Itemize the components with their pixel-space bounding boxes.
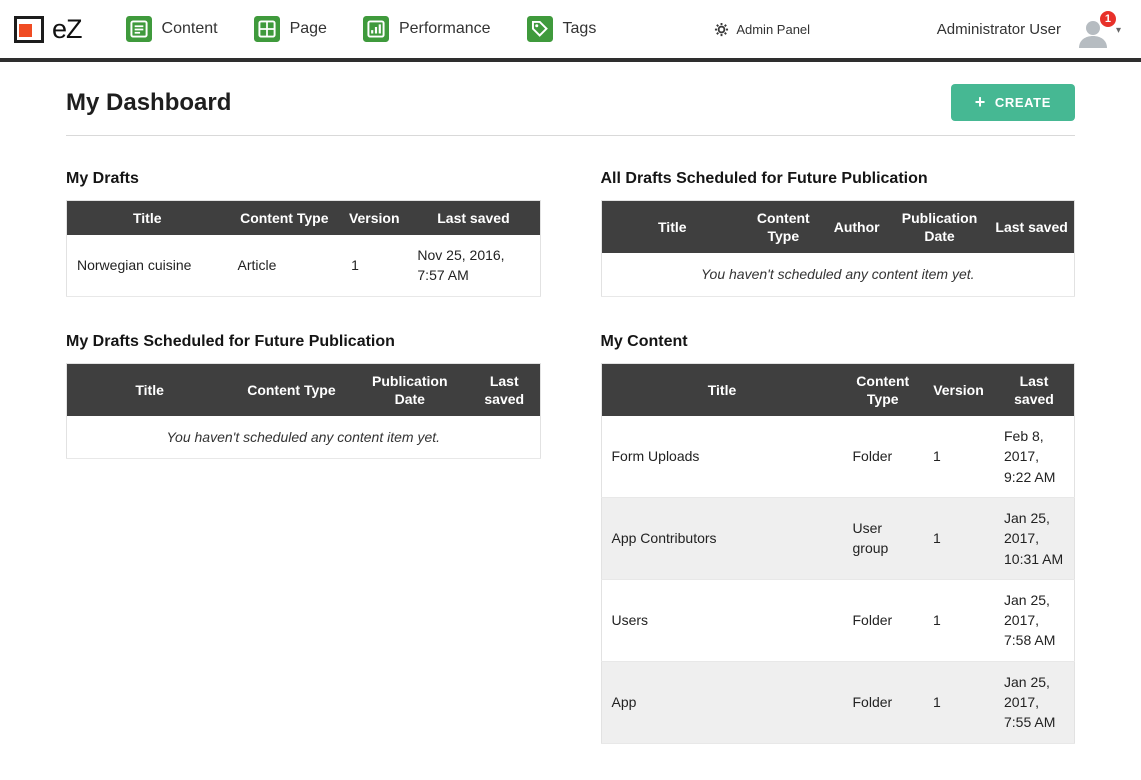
all-drafts-scheduled-section: All Drafts Scheduled for Future Publicat… (601, 170, 1076, 297)
column-header: Last saved (469, 363, 540, 416)
cell-last-saved: Nov 25, 2016, 7:57 AM (407, 235, 540, 296)
cell-title: Form Uploads (601, 416, 843, 497)
create-button[interactable]: + CREATE (951, 84, 1075, 121)
empty-row: You haven't scheduled any content item y… (67, 416, 541, 459)
cell-last-saved: Feb 8, 2017, 9:22 AM (994, 416, 1075, 497)
content-icon (126, 16, 152, 42)
my-drafts-table: Title Content Type Version Last saved No… (66, 200, 541, 297)
column-header: Publication Date (351, 363, 469, 416)
my-content-table: Title Content Type Version Last saved Fo… (601, 363, 1076, 744)
chevron-down-icon: ▾ (1116, 25, 1121, 36)
nav-item-content[interactable]: Content (126, 16, 218, 42)
column-header: Last saved (994, 363, 1075, 416)
cell-title: Users (601, 579, 843, 661)
column-header: Content Type (743, 201, 823, 254)
table-row[interactable]: App Folder 1 Jan 25, 2017, 7:55 AM (601, 661, 1075, 743)
tags-icon (527, 16, 553, 42)
right-column: All Drafts Scheduled for Future Publicat… (601, 170, 1076, 780)
column-header: Content Type (843, 363, 923, 416)
column-header: Title (601, 201, 743, 254)
cell-version: 1 (923, 661, 994, 743)
table-row[interactable]: App Contributors User group 1 Jan 25, 20… (601, 497, 1075, 579)
all-drafts-scheduled-table: Title Content Type Author Publication Da… (601, 200, 1076, 297)
my-drafts-title: My Drafts (66, 170, 541, 188)
admin-panel-label: Admin Panel (736, 22, 810, 37)
column-header: Publication Date (890, 201, 989, 254)
column-header: Title (67, 201, 228, 236)
empty-message: You haven't scheduled any content item y… (67, 416, 541, 459)
column-header: Version (341, 201, 407, 236)
avatar: 1 (1075, 18, 1111, 48)
page-header: My Dashboard + CREATE (66, 62, 1075, 136)
nav-item-page[interactable]: Page (254, 16, 327, 42)
column-header: Title (601, 363, 843, 416)
cell-content-type: Folder (843, 661, 923, 743)
ez-logo-orange-square (19, 24, 32, 37)
ez-logo-icon (14, 16, 44, 43)
table-row[interactable]: Form Uploads Folder 1 Feb 8, 2017, 9:22 … (601, 416, 1075, 497)
page-icon (254, 16, 280, 42)
cell-title: App Contributors (601, 497, 843, 579)
user-menu[interactable]: 1 ▾ (1075, 18, 1121, 48)
my-drafts-section: My Drafts Title Content Type Version Las… (66, 170, 541, 297)
column-header: Content Type (232, 363, 350, 416)
column-header: Version (923, 363, 994, 416)
page-title: My Dashboard (66, 89, 231, 117)
user-area: Administrator User 1 ▾ (937, 10, 1121, 48)
user-name: Administrator User (937, 21, 1061, 38)
my-content-section: My Content Title Content Type Version La… (601, 333, 1076, 744)
my-content-title: My Content (601, 333, 1076, 351)
table-row[interactable]: Norwegian cuisine Article 1 Nov 25, 2016… (67, 235, 541, 296)
cell-title: Norwegian cuisine (67, 235, 228, 296)
performance-icon (363, 16, 389, 42)
cell-content-type: Folder (843, 416, 923, 497)
cell-content-type: Article (227, 235, 341, 296)
main-navigation: Content Page Performance Tags (126, 16, 597, 42)
cell-version: 1 (341, 235, 407, 296)
column-header: Author (824, 201, 890, 254)
cell-content-type: User group (843, 497, 923, 579)
gear-icon (714, 22, 729, 37)
column-header: Content Type (227, 201, 341, 236)
ez-logo-text: eZ (52, 14, 82, 45)
column-header: Last saved (989, 201, 1074, 254)
table-row[interactable]: Users Folder 1 Jan 25, 2017, 7:58 AM (601, 579, 1075, 661)
cell-version: 1 (923, 416, 994, 497)
plus-icon: + (975, 95, 986, 109)
left-column: My Drafts Title Content Type Version Las… (66, 170, 541, 780)
cell-last-saved: Jan 25, 2017, 7:55 AM (994, 661, 1075, 743)
top-navigation-bar: eZ Content Page Performance Tags (0, 0, 1141, 62)
nav-label-tags: Tags (563, 20, 597, 38)
all-drafts-scheduled-title: All Drafts Scheduled for Future Publicat… (601, 170, 1076, 188)
nav-label-page: Page (290, 20, 327, 38)
create-button-label: CREATE (995, 95, 1051, 110)
admin-panel-button[interactable]: Admin Panel (714, 22, 810, 37)
nav-label-content: Content (162, 20, 218, 38)
column-header: Last saved (407, 201, 540, 236)
cell-last-saved: Jan 25, 2017, 7:58 AM (994, 579, 1075, 661)
nav-item-performance[interactable]: Performance (363, 16, 491, 42)
ez-logo[interactable]: eZ (14, 14, 82, 45)
column-header: Title (67, 363, 233, 416)
cell-content-type: Folder (843, 579, 923, 661)
empty-message: You haven't scheduled any content item y… (601, 253, 1075, 296)
my-drafts-scheduled-title: My Drafts Scheduled for Future Publicati… (66, 333, 541, 351)
my-drafts-scheduled-table: Title Content Type Publication Date Last… (66, 363, 541, 460)
cell-last-saved: Jan 25, 2017, 10:31 AM (994, 497, 1075, 579)
nav-label-performance: Performance (399, 20, 491, 38)
my-drafts-scheduled-section: My Drafts Scheduled for Future Publicati… (66, 333, 541, 460)
nav-item-tags[interactable]: Tags (527, 16, 597, 42)
cell-title: App (601, 661, 843, 743)
cell-version: 1 (923, 579, 994, 661)
dashboard-columns: My Drafts Title Content Type Version Las… (66, 170, 1075, 780)
notification-badge[interactable]: 1 (1099, 10, 1117, 28)
empty-row: You haven't scheduled any content item y… (601, 253, 1075, 296)
cell-version: 1 (923, 497, 994, 579)
dashboard-main: My Dashboard + CREATE My Drafts Title Co… (0, 62, 1141, 780)
